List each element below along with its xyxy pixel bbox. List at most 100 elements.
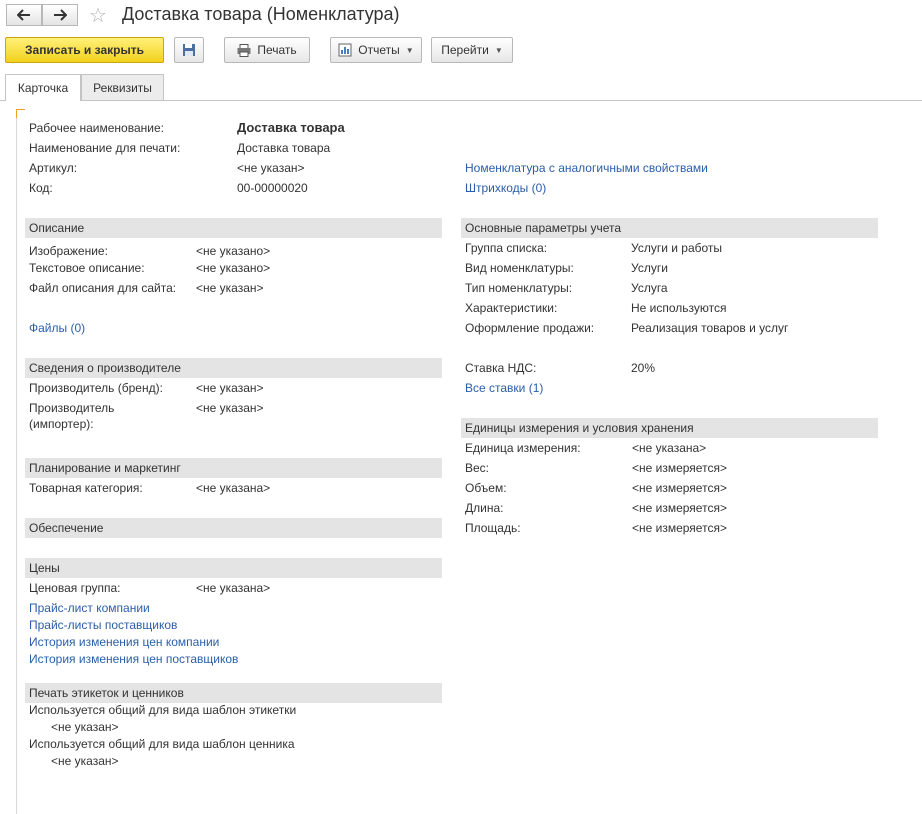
floppy-disk-icon <box>183 44 195 56</box>
weight-value[interactable]: <не измеряется> <box>632 461 727 475</box>
reports-label: Отчеты <box>358 43 400 57</box>
importer-label: Производитель <box>29 401 115 415</box>
save-button[interactable] <box>174 37 204 63</box>
units-section-title: Единицы измерения и условия хранения <box>465 421 694 435</box>
labels-print-section-header[interactable]: Печать этикеток и ценников <box>25 683 442 703</box>
print-label: Печать <box>257 43 297 57</box>
chevron-down-icon: ▼ <box>494 45 503 55</box>
article-value[interactable]: <не указан> <box>237 161 305 175</box>
price-tag-template-value[interactable]: <не указан> <box>51 754 119 768</box>
printer-icon <box>237 43 251 57</box>
article-label: Артикул: <box>29 161 78 175</box>
list-group-value[interactable]: Услуги и работы <box>631 241 722 255</box>
price-group-value[interactable]: <не указана> <box>196 581 270 595</box>
reports-icon <box>338 43 352 57</box>
manufacturer-section-header[interactable]: Сведения о производителе <box>25 358 442 378</box>
text-description-value[interactable]: <не указано> <box>196 261 270 275</box>
tab-card[interactable]: Карточка <box>5 74 81 101</box>
brand-label: Производитель (бренд): <box>29 381 163 395</box>
favorite-star-icon[interactable]: ☆ <box>89 3 107 28</box>
form-frame-border <box>16 109 17 814</box>
supply-section-header[interactable]: Обеспечение <box>25 518 442 538</box>
vat-rate-value[interactable]: 20% <box>631 361 655 375</box>
company-price-list-link[interactable]: Прайс-лист компании <box>29 601 150 615</box>
focus-marker <box>16 109 25 118</box>
print-name-value[interactable]: Доставка товара <box>237 141 330 155</box>
image-label: Изображение: <box>29 244 108 258</box>
barcodes-link[interactable]: Штрихкоды (0) <box>465 181 546 195</box>
price-tag-template-text: Используется общий для вида шаблон ценни… <box>29 737 295 751</box>
site-file-value[interactable]: <не указан> <box>196 281 264 295</box>
save-and-close-label: Записать и закрыть <box>25 43 144 57</box>
tab-card-label: Карточка <box>17 81 69 95</box>
print-button[interactable]: Печать <box>224 37 310 63</box>
planning-section-title: Планирование и маркетинг <box>29 461 181 475</box>
supply-section-title: Обеспечение <box>29 521 104 535</box>
print-name-label: Наименование для печати: <box>29 141 181 155</box>
goto-label: Перейти <box>441 43 489 57</box>
text-description-label: Текстовое описание: <box>29 261 145 275</box>
product-category-label: Товарная категория: <box>29 481 143 495</box>
area-value[interactable]: <не измеряется> <box>632 521 727 535</box>
item-kind-value[interactable]: Услуги <box>631 261 668 275</box>
weight-label: Вес: <box>465 461 490 475</box>
list-group-label: Группа списка: <box>465 241 548 255</box>
prices-section-header[interactable]: Цены <box>25 558 442 578</box>
back-button[interactable] <box>6 4 42 26</box>
forward-button[interactable] <box>42 4 78 26</box>
length-value[interactable]: <не измеряется> <box>632 501 727 515</box>
chevron-down-icon: ▼ <box>405 45 414 55</box>
vat-rate-label: Ставка НДС: <box>465 361 537 375</box>
label-template-text: Используется общий для вида шаблон этике… <box>29 703 297 717</box>
prices-section-title: Цены <box>29 561 60 575</box>
code-label: Код: <box>29 181 53 195</box>
accounting-section-header[interactable]: Основные параметры учета <box>461 218 878 238</box>
item-type-label: Тип номенклатуры: <box>465 281 573 295</box>
characteristics-label: Характеристики: <box>465 301 558 315</box>
tab-details-label: Реквизиты <box>93 80 152 95</box>
product-category-value[interactable]: <не указана> <box>196 481 270 495</box>
tab-details[interactable]: Реквизиты <box>81 74 164 100</box>
brand-value[interactable]: <не указан> <box>196 381 264 395</box>
accounting-section-title: Основные параметры учета <box>465 221 622 235</box>
price-group-label: Ценовая группа: <box>29 581 121 595</box>
area-label: Площадь: <box>465 521 521 535</box>
working-name-value[interactable]: Доставка товара <box>237 120 345 135</box>
volume-value[interactable]: <не измеряется> <box>632 481 727 495</box>
item-kind-label: Вид номенклатуры: <box>465 261 574 275</box>
image-value[interactable]: <не указано> <box>196 244 270 258</box>
similar-items-link[interactable]: Номенклатура с аналогичными свойствами <box>465 161 708 175</box>
tab-divider <box>0 100 922 101</box>
files-link[interactable]: Файлы (0) <box>29 321 85 335</box>
arrow-right-icon <box>54 9 67 21</box>
planning-section-header[interactable]: Планирование и маркетинг <box>25 458 442 478</box>
labels-print-section-title: Печать этикеток и ценников <box>29 686 184 700</box>
goto-button[interactable]: Перейти ▼ <box>431 37 513 63</box>
item-type-value[interactable]: Услуга <box>631 281 668 295</box>
reports-button[interactable]: Отчеты ▼ <box>330 37 422 63</box>
manufacturer-section-title: Сведения о производителе <box>29 361 181 375</box>
page-title: Доставка товара (Номенклатура) <box>122 4 400 24</box>
description-section-title: Описание <box>29 221 85 235</box>
supplier-price-lists-link[interactable]: Прайс-листы поставщиков <box>29 618 177 632</box>
arrow-left-icon <box>17 9 30 21</box>
label-template-value[interactable]: <не указан> <box>51 720 119 734</box>
importer-label-cont: (импортер): <box>29 417 94 431</box>
save-and-close-button[interactable]: Записать и закрыть <box>5 37 164 63</box>
sale-registration-label: Оформление продажи: <box>465 321 595 335</box>
units-section-header[interactable]: Единицы измерения и условия хранения <box>461 418 878 438</box>
all-rates-link[interactable]: Все ставки (1) <box>465 381 543 395</box>
length-label: Длина: <box>465 501 504 515</box>
sale-registration-value[interactable]: Реализация товаров и услуг <box>631 321 788 335</box>
description-section-header[interactable]: Описание <box>25 218 442 238</box>
unit-value[interactable]: <не указана> <box>632 441 706 455</box>
characteristics-value[interactable]: Не используются <box>631 301 727 315</box>
importer-value[interactable]: <не указан> <box>196 401 264 415</box>
supplier-price-history-link[interactable]: История изменения цен поставщиков <box>29 652 238 666</box>
site-file-label: Файл описания для сайта: <box>29 281 177 295</box>
unit-label: Единица измерения: <box>465 441 581 455</box>
volume-label: Объем: <box>465 481 507 495</box>
working-name-label: Рабочее наименование: <box>29 121 164 135</box>
code-value[interactable]: 00-00000020 <box>237 181 308 195</box>
company-price-history-link[interactable]: История изменения цен компании <box>29 635 219 649</box>
